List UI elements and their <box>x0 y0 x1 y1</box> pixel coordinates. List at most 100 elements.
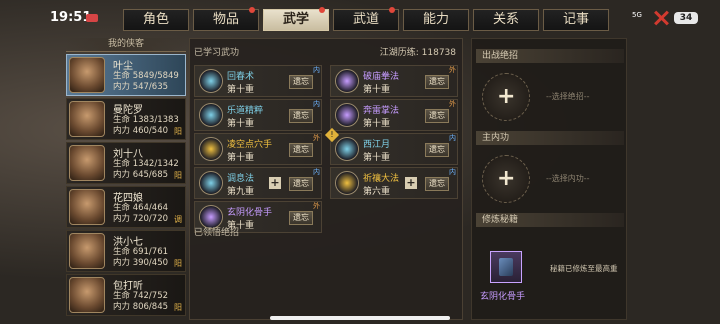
manual-book-icon[interactable] <box>490 251 522 283</box>
inner-placeholder: --选择内功-- <box>546 174 590 183</box>
tab-label: 角色 <box>142 12 169 27</box>
forget-button[interactable]: 遗忘 <box>289 75 313 89</box>
main-tabs: 角色 物品 武学 武道 能力 关系 记事 <box>123 7 609 31</box>
skill-type: 内 <box>313 100 320 108</box>
tab-2[interactable]: 武学 <box>263 7 329 31</box>
skill-type: 外 <box>449 66 456 74</box>
inner-title: 主内功 <box>476 131 624 145</box>
notification-dot <box>389 7 395 13</box>
hero-tag: 阳 <box>174 303 182 312</box>
skill-name: 凌空点穴手 <box>227 140 273 150</box>
skill-icon <box>199 103 223 127</box>
skill-level: 第十重 <box>227 85 255 95</box>
hero-tag: 阳 <box>174 259 182 268</box>
skill-name: 祈禳大法 <box>363 174 400 184</box>
hero-tag: 阳 <box>174 171 182 180</box>
signal-icon: 5G <box>632 11 642 19</box>
forget-button[interactable]: 遗忘 <box>289 143 313 157</box>
upgrade-plus-button[interactable]: + <box>269 177 281 189</box>
skill-card[interactable]: 祈禳大法第六重 遗忘内 + <box>330 167 458 199</box>
skill-name: 西江月 <box>363 140 391 150</box>
skills-panel: 已学习武功 江湖历练: 118738 回春术 第十重 遗忘内破庙拳法 第十重 遗忘外乐道… <box>189 38 463 320</box>
hero-card[interactable]: 包打听 生命 742/752 内力 806/845 阳 <box>66 274 186 316</box>
hero-card[interactable]: 刘十八 生命 1342/1342 内力 645/685 阳 <box>66 142 186 184</box>
skill-card[interactable]: 乐道精粹第十重 遗忘内 <box>194 99 322 131</box>
forget-button[interactable]: 遗忘 <box>289 177 313 191</box>
avatar <box>69 145 105 181</box>
skill-type: 内 <box>313 168 320 176</box>
skill-level: 第九重 <box>227 187 255 197</box>
tab-4[interactable]: 能力 <box>403 9 469 31</box>
hero-mp: 内力 645/685 <box>113 170 169 180</box>
skill-level: 第十重 <box>227 119 255 129</box>
skill-name: 乐道精粹 <box>227 106 264 116</box>
skill-icon <box>335 103 359 127</box>
ult-title: 出战绝招 <box>476 49 624 63</box>
forget-button[interactable]: 遗忘 <box>425 75 449 89</box>
skill-name: 玄阴化骨手 <box>227 208 273 218</box>
skill-card[interactable]: 破庙拳法第十重 遗忘外 <box>330 65 458 97</box>
hero-mp: 内力 806/845 <box>113 302 169 312</box>
ult-slot[interactable]: + <box>482 73 530 121</box>
tab-5[interactable]: 关系 <box>473 9 539 31</box>
upgrade-plus-button[interactable]: + <box>405 177 417 189</box>
skill-name: 奔雷掌法 <box>363 106 400 116</box>
skill-card[interactable]: 凌空点穴手 第十重 遗忘外 <box>194 133 322 165</box>
skill-icon <box>335 137 359 161</box>
skill-card[interactable]: 回春术第十重 遗忘内 <box>194 65 322 97</box>
equip-panel: 出战绝招 + --选择绝招-- 主内功 + --选择内功-- 修炼秘籍 玄阴化骨… <box>471 38 627 320</box>
hero-list: 我的侠客 叶尘 生命 5849/5849 内力 547/635 曼陀罗 生命 1383/… <box>66 38 186 318</box>
forget-button[interactable]: 遗忘 <box>425 177 449 191</box>
hero-card[interactable]: 洪小七 生命 691/761 内力 390/450 阳 <box>66 230 186 272</box>
hero-mp: 内力 720/720 <box>113 214 169 224</box>
close-icon[interactable] <box>652 10 670 26</box>
skill-name: 破庙拳法 <box>363 72 400 82</box>
hero-mp: 内力 390/450 <box>113 258 169 268</box>
skill-level: 第十重 <box>363 153 391 163</box>
avatar <box>69 101 105 137</box>
forget-button[interactable]: 遗忘 <box>289 211 313 225</box>
manual-name: 玄阴化骨手 <box>480 292 526 302</box>
comprehended-title: 已领悟绝招 <box>194 228 240 238</box>
forget-button[interactable]: 遗忘 <box>289 109 313 123</box>
avatar <box>69 277 105 313</box>
skill-type: 内 <box>449 168 456 176</box>
hero-mp: 内力 547/635 <box>113 82 169 92</box>
skill-icon <box>199 171 223 195</box>
skill-level: 第六重 <box>363 187 391 197</box>
avatar <box>69 189 105 225</box>
skill-type: 外 <box>313 202 320 210</box>
learned-title: 已学习武功 <box>194 48 240 58</box>
forget-button[interactable]: 遗忘 <box>425 143 449 157</box>
hero-card[interactable]: 曼陀罗 生命 1383/1383 内力 460/540 阳 <box>66 98 186 140</box>
skill-name: 调息法 <box>227 174 255 184</box>
hero-tag: 阳 <box>174 127 182 136</box>
tab-label: 物品 <box>212 12 239 27</box>
tab-label: 武道 <box>352 12 379 27</box>
tab-label: 记事 <box>562 12 589 27</box>
skill-type: 外 <box>449 100 456 108</box>
tab-6[interactable]: 记事 <box>543 9 609 31</box>
skill-card[interactable]: 调息法第九重 遗忘内 + <box>194 167 322 199</box>
skill-level: 第十重 <box>363 85 391 95</box>
forget-button[interactable]: 遗忘 <box>425 109 449 123</box>
skill-icon <box>199 137 223 161</box>
tab-0[interactable]: 角色 <box>123 9 189 31</box>
experience-readout: 江湖历练: 118738 <box>379 48 456 58</box>
skill-card[interactable]: 奔雷掌法 第十重 遗忘外 <box>330 99 458 131</box>
skill-name: 回春术 <box>227 72 255 82</box>
skill-type: 内 <box>313 66 320 74</box>
home-indicator[interactable] <box>270 316 450 320</box>
tab-label: 能力 <box>422 12 449 27</box>
tab-label: 关系 <box>492 12 519 27</box>
inner-slot[interactable]: + <box>482 155 530 203</box>
tab-3[interactable]: 武道 <box>333 7 399 31</box>
hero-card[interactable]: 花四娘 生命 464/464 内力 720/720 调 <box>66 186 186 228</box>
hero-card[interactable]: 叶尘 生命 5849/5849 内力 547/635 <box>66 54 186 96</box>
skill-type: 内 <box>449 134 456 142</box>
recording-icon <box>86 14 98 22</box>
tab-1[interactable]: 物品 <box>193 7 259 31</box>
manual-note: 秘籍已修炼至最高重 <box>550 264 618 273</box>
skill-card[interactable]: 西江月 第十重 遗忘内! <box>324 127 458 165</box>
notification-dot <box>319 7 325 13</box>
